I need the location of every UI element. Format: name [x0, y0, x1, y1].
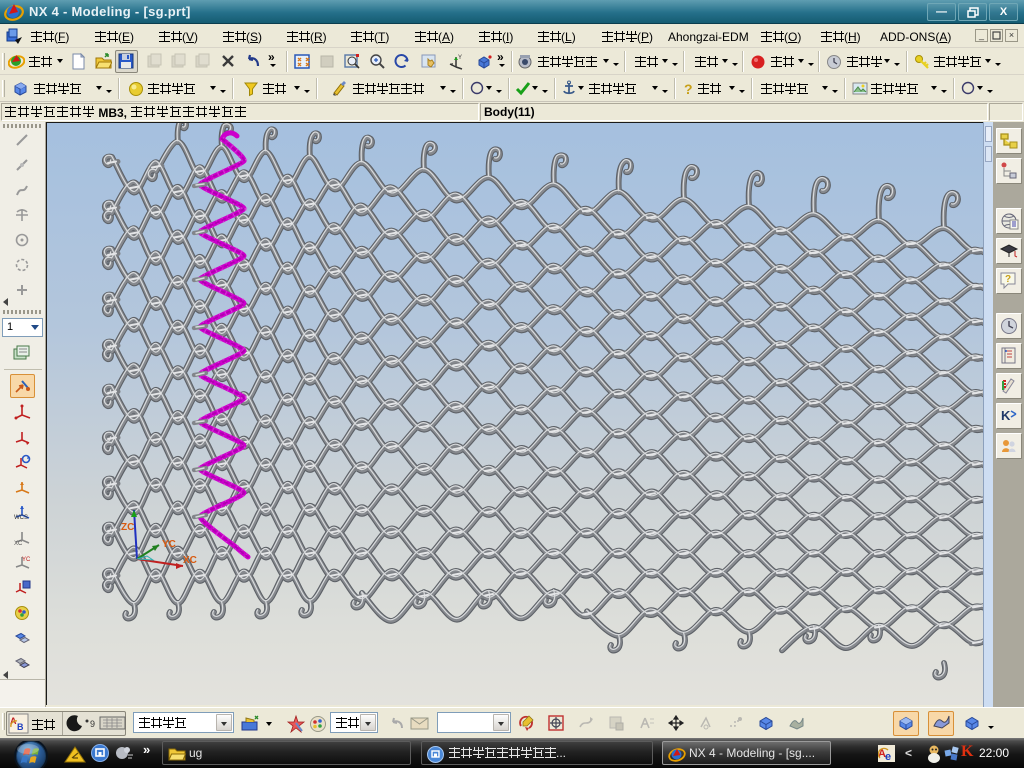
svg-text:ZC: ZC	[121, 522, 134, 533]
svg-text:B: B	[17, 722, 24, 732]
svg-text:XC: XC	[14, 541, 23, 547]
svg-text:Y: Y	[458, 55, 462, 61]
svg-text:?: ?	[684, 81, 693, 97]
svg-text:e: e	[885, 751, 891, 762]
svg-text:9: 9	[90, 719, 95, 729]
svg-text:YC: YC	[22, 557, 31, 563]
svg-text:YC: YC	[162, 539, 176, 550]
svg-text:K: K	[1001, 408, 1011, 423]
svg-text:WCS: WCS	[14, 515, 28, 521]
svg-text:?: ?	[1005, 274, 1011, 285]
svg-text:XC: XC	[183, 555, 197, 566]
